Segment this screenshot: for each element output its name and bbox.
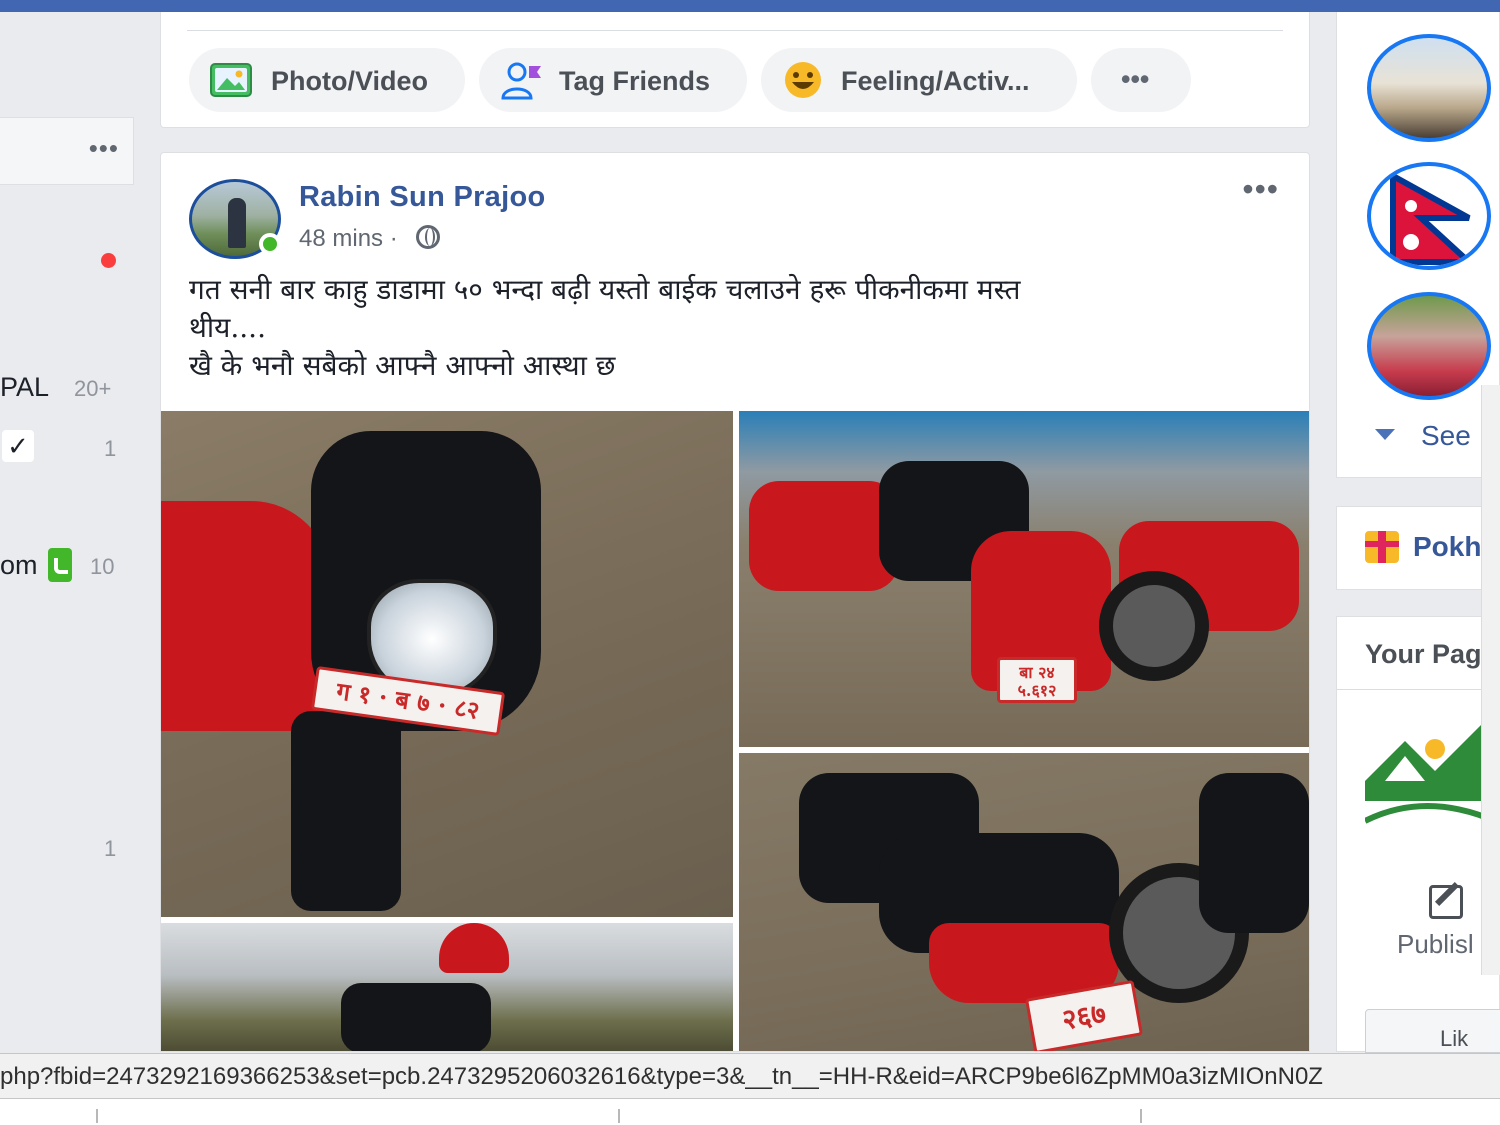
- post-photo-1[interactable]: ग १ · ब ७ · ८२: [161, 411, 733, 917]
- story-thumbnail[interactable]: [1367, 34, 1491, 142]
- edit-icon: [1429, 885, 1463, 919]
- sidebar-item-label: PAL: [0, 372, 50, 402]
- story-thumbnail[interactable]: [1367, 292, 1491, 400]
- your-pages-card: Your Pag Publisl Lik: [1336, 616, 1500, 1053]
- composer-divider: [187, 30, 1283, 31]
- page-logo[interactable]: [1365, 711, 1495, 841]
- post-photo-2[interactable]: बा २४ ५.६१२: [739, 411, 1309, 747]
- divider-tick: [618, 1109, 620, 1123]
- notification-dot: [101, 253, 116, 268]
- photo-video-button[interactable]: Photo/Video: [189, 48, 465, 112]
- post-composer: Photo/Video Tag Friends Feeling/Activ...…: [160, 12, 1310, 128]
- feeling-activity-button[interactable]: Feeling/Activ...: [761, 48, 1077, 112]
- gift-icon: [1365, 531, 1399, 563]
- stories-panel: See: [1336, 12, 1500, 478]
- tag-friends-icon: [501, 62, 541, 100]
- right-sidebar: See Pokh Your Pag Publisl Lik: [1336, 12, 1500, 1053]
- divider-tick: [1140, 1109, 1142, 1123]
- browser-status-bar: php?fbid=2473292169366253&set=pcb.247329…: [0, 1053, 1500, 1099]
- feeling-activity-label: Feeling/Activ...: [841, 66, 1030, 96]
- top-navigation-bar: [0, 0, 1500, 12]
- license-plate: बा २४ ५.६१२: [997, 657, 1077, 703]
- tag-friends-label: Tag Friends: [559, 66, 711, 96]
- post-text-line: खै के भनौ सबैको आफ्नै आफ्नो आस्था छ: [189, 349, 616, 382]
- plate-line-2: ५.६१२: [1017, 681, 1057, 700]
- post-photo-3[interactable]: २६७: [739, 753, 1309, 1051]
- globe-icon[interactable]: [416, 225, 441, 249]
- post-photo-4[interactable]: [161, 923, 733, 1051]
- sidebar-item-count: 20+: [74, 376, 112, 401]
- publish-button[interactable]: Publisl: [1397, 929, 1474, 960]
- meta-separator: ·: [389, 225, 398, 252]
- online-status-dot: [259, 233, 281, 255]
- sidebar-item-count: 1: [104, 436, 117, 461]
- taskbar-strip: [0, 1099, 1500, 1125]
- sidebar-item-nepal[interactable]: PAL 20+: [0, 366, 150, 406]
- left-sidebar: ••• PAL 20+ ✓ 1 om 10 1: [0, 12, 150, 1052]
- see-more-link[interactable]: See: [1375, 420, 1471, 452]
- smiley-icon: [785, 62, 821, 98]
- sidebar-item-other[interactable]: 1: [0, 826, 150, 866]
- pages-divider: [1337, 689, 1500, 690]
- sidebar-item-checked[interactable]: ✓ 1: [0, 426, 150, 466]
- photo-icon: [210, 63, 252, 97]
- plate-line-1: बा २४: [1019, 663, 1055, 682]
- sidebar-item-count: 10: [90, 554, 115, 579]
- avatar-figure: [228, 198, 246, 248]
- post-options-icon[interactable]: •••: [1242, 173, 1279, 205]
- phone-icon: [48, 548, 72, 582]
- red-scooter: [161, 501, 331, 731]
- post-text: गत सनी बार काहु डाडामा ५० भन्दा बढ़ी यस्…: [189, 271, 1279, 385]
- status-url: php?fbid=2473292169366253&set=pcb.247329…: [0, 1063, 1323, 1090]
- black-bike: [341, 983, 491, 1051]
- bike-wheel: [1099, 571, 1209, 681]
- red-helmet: [439, 923, 509, 973]
- divider-tick: [96, 1109, 98, 1123]
- mountain-logo-icon: [1365, 721, 1495, 824]
- like-button[interactable]: Lik: [1365, 1009, 1500, 1053]
- sidebar-item-count: 1: [104, 836, 117, 861]
- photo-video-label: Photo/Video: [271, 66, 429, 96]
- more-options-icon: •••: [1121, 64, 1150, 94]
- red-scooter: [749, 481, 899, 591]
- post-text-line: थीय....: [189, 311, 266, 344]
- tag-friends-button[interactable]: Tag Friends: [479, 48, 747, 112]
- story-thumbnail[interactable]: [1367, 162, 1491, 270]
- black-bike: [1199, 773, 1309, 933]
- post-timestamp[interactable]: 48 mins: [299, 225, 383, 252]
- sidebar-item-label: om: [0, 550, 38, 580]
- scrollbar[interactable]: [1481, 385, 1500, 975]
- post-meta: 48 mins ·: [299, 225, 441, 253]
- sidebar-item-phone[interactable]: om 10: [0, 544, 150, 584]
- checkmark-icon: ✓: [2, 430, 34, 462]
- your-pages-title: Your Pag: [1365, 639, 1482, 669]
- post-text-line: गत सनी बार काहु डाडामा ५० भन्दा बढ़ी यस्…: [189, 273, 1021, 306]
- more-options-button[interactable]: •••: [1091, 48, 1191, 112]
- nepal-flag-icon: [1390, 170, 1477, 265]
- feed-post: Rabin Sun Prajoo 48 mins · ••• गत सनी बा…: [160, 152, 1310, 1052]
- like-label: Lik: [1440, 1026, 1469, 1051]
- birthday-card[interactable]: Pokh: [1336, 506, 1500, 590]
- post-author-name[interactable]: Rabin Sun Prajoo: [299, 181, 546, 214]
- left-sidebar-card: •••: [0, 117, 134, 185]
- more-options-icon[interactable]: •••: [89, 135, 119, 161]
- bike-fork: [291, 711, 401, 911]
- birthday-label: Pokh: [1413, 531, 1482, 562]
